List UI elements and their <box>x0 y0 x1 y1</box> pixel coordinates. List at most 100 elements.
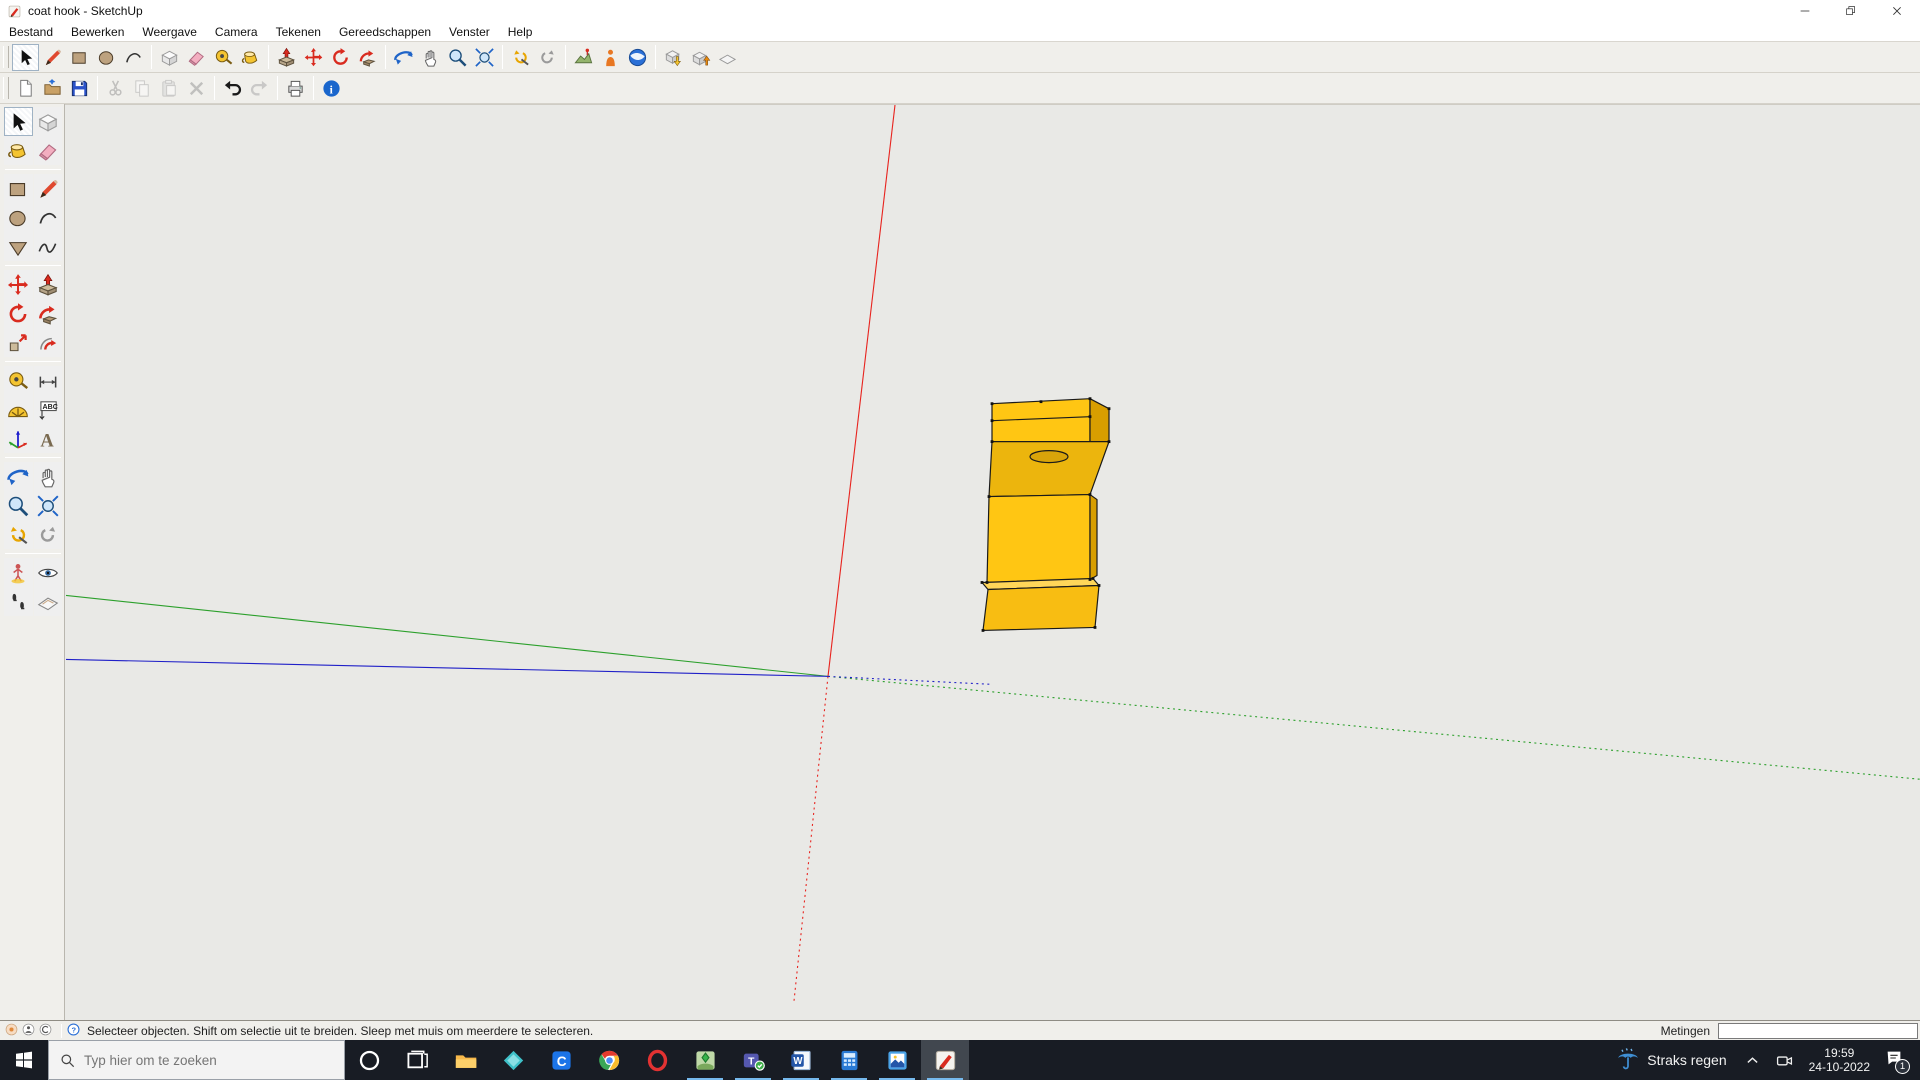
position-camera-tool-button[interactable] <box>4 558 33 587</box>
delete-button[interactable] <box>183 75 210 102</box>
follow-me-tool-button[interactable] <box>34 299 63 328</box>
make-component-tool-button[interactable] <box>34 107 63 136</box>
photo-textures-button[interactable] <box>597 44 624 71</box>
push-pull-tool-button[interactable] <box>34 270 63 299</box>
rectangle-button[interactable] <box>66 44 93 71</box>
scale-tool-button[interactable] <box>4 328 33 357</box>
geolocation-status-icon[interactable] <box>4 1022 19 1040</box>
add-location-button[interactable] <box>570 44 597 71</box>
print-button[interactable] <box>282 75 309 102</box>
paint-bucket-button[interactable] <box>237 44 264 71</box>
share-model-button[interactable] <box>687 44 714 71</box>
taskbar-the-sims-button[interactable] <box>681 1040 729 1080</box>
toolbar-grip[interactable] <box>3 77 9 99</box>
copy-button[interactable] <box>129 75 156 102</box>
dimension-tool-button[interactable] <box>34 366 63 395</box>
select-tool-button[interactable] <box>4 107 33 136</box>
taskbar-app-c-button[interactable]: C <box>537 1040 585 1080</box>
zoom-button[interactable] <box>444 44 471 71</box>
circle-tool-button[interactable] <box>4 203 33 232</box>
taskbar-mail-button[interactable] <box>489 1040 537 1080</box>
close-button[interactable] <box>1874 0 1920 22</box>
notification-center-button[interactable]: 1 <box>1878 1040 1916 1080</box>
taskbar-word-button[interactable]: W <box>777 1040 825 1080</box>
meet-now-icon[interactable] <box>1768 1040 1801 1080</box>
menu-venster[interactable]: Venster <box>440 23 499 41</box>
arc-tool-button[interactable] <box>34 203 63 232</box>
push-pull-button[interactable] <box>273 44 300 71</box>
freehand-tool-button[interactable] <box>34 232 63 261</box>
menu-bestand[interactable]: Bestand <box>0 23 62 41</box>
make-component-button[interactable] <box>156 44 183 71</box>
taskbar-search[interactable] <box>48 1040 345 1080</box>
zoom-extents-tool-button[interactable] <box>34 491 63 520</box>
menu-weergave[interactable]: Weergave <box>133 23 205 41</box>
taskbar-file-explorer-button[interactable] <box>441 1040 489 1080</box>
tape-measure-tool-button[interactable] <box>4 366 33 395</box>
move-button[interactable] <box>300 44 327 71</box>
claim-status-icon[interactable] <box>38 1022 53 1040</box>
select-button[interactable] <box>12 44 39 71</box>
next-view-tool-button[interactable] <box>34 520 63 549</box>
model-info-button[interactable]: i <box>318 75 345 102</box>
menu-gereedschappen[interactable]: Gereedschappen <box>330 23 440 41</box>
weather-widget[interactable]: Straks regen <box>1606 1040 1736 1080</box>
taskbar-teams-button[interactable]: T <box>729 1040 777 1080</box>
help-icon[interactable]: ? <box>66 1022 81 1040</box>
tape-measure-button[interactable] <box>210 44 237 71</box>
toolbar-grip[interactable] <box>3 46 9 68</box>
paint-bucket-tool-button[interactable] <box>4 136 33 165</box>
drawing-canvas[interactable] <box>65 104 1920 1020</box>
zoom-tool-button[interactable] <box>4 491 33 520</box>
look-around-tool-button[interactable] <box>34 558 63 587</box>
minimize-button[interactable] <box>1782 0 1828 22</box>
google-earth-button[interactable] <box>624 44 651 71</box>
text-tool-button[interactable]: ABC <box>34 395 63 424</box>
axes-tool-button[interactable] <box>4 424 33 453</box>
credits-status-icon[interactable] <box>21 1022 36 1040</box>
3d-warehouse-button[interactable] <box>714 44 741 71</box>
move-tool-button[interactable] <box>4 270 33 299</box>
cut-button[interactable] <box>102 75 129 102</box>
undo-button[interactable] <box>219 75 246 102</box>
walk-tool-button[interactable] <box>4 587 33 616</box>
rotate-button[interactable] <box>327 44 354 71</box>
section-plane-tool-button[interactable] <box>34 587 63 616</box>
clock[interactable]: 19:59 24-10-2022 <box>1801 1046 1878 1074</box>
follow-me-button[interactable] <box>354 44 381 71</box>
eraser-tool-button[interactable] <box>34 136 63 165</box>
rotate-tool-button[interactable] <box>4 299 33 328</box>
pan-button[interactable] <box>417 44 444 71</box>
taskbar-sketchup-button[interactable] <box>921 1040 969 1080</box>
previous-view-tool-button[interactable] <box>4 520 33 549</box>
save-button[interactable] <box>66 75 93 102</box>
restore-button[interactable] <box>1828 0 1874 22</box>
circle-button[interactable] <box>93 44 120 71</box>
3d-text-tool-button[interactable]: A <box>34 424 63 453</box>
previous-view-button[interactable] <box>507 44 534 71</box>
taskbar-cortana-button[interactable] <box>345 1040 393 1080</box>
taskbar-chrome-button[interactable] <box>585 1040 633 1080</box>
measurements-input[interactable] <box>1718 1023 1918 1039</box>
next-view-button[interactable] <box>534 44 561 71</box>
menu-bewerken[interactable]: Bewerken <box>62 23 133 41</box>
protractor-tool-button[interactable] <box>4 395 33 424</box>
paste-button[interactable] <box>156 75 183 102</box>
zoom-extents-button[interactable] <box>471 44 498 71</box>
menu-tekenen[interactable]: Tekenen <box>267 23 330 41</box>
get-models-button[interactable] <box>660 44 687 71</box>
coat-hook-model[interactable] <box>981 397 1111 632</box>
eraser-button[interactable] <box>183 44 210 71</box>
taskbar-opera-button[interactable] <box>633 1040 681 1080</box>
line-tool-button[interactable] <box>34 174 63 203</box>
pan-tool-button[interactable] <box>34 462 63 491</box>
arc-button[interactable] <box>120 44 147 71</box>
search-input[interactable] <box>84 1053 314 1068</box>
offset-tool-button[interactable] <box>34 328 63 357</box>
orbit-tool-button[interactable] <box>4 462 33 491</box>
line-button[interactable] <box>39 44 66 71</box>
open-button[interactable] <box>39 75 66 102</box>
polygon-tool-button[interactable] <box>4 232 33 261</box>
redo-button[interactable] <box>246 75 273 102</box>
start-button[interactable] <box>0 1040 48 1080</box>
